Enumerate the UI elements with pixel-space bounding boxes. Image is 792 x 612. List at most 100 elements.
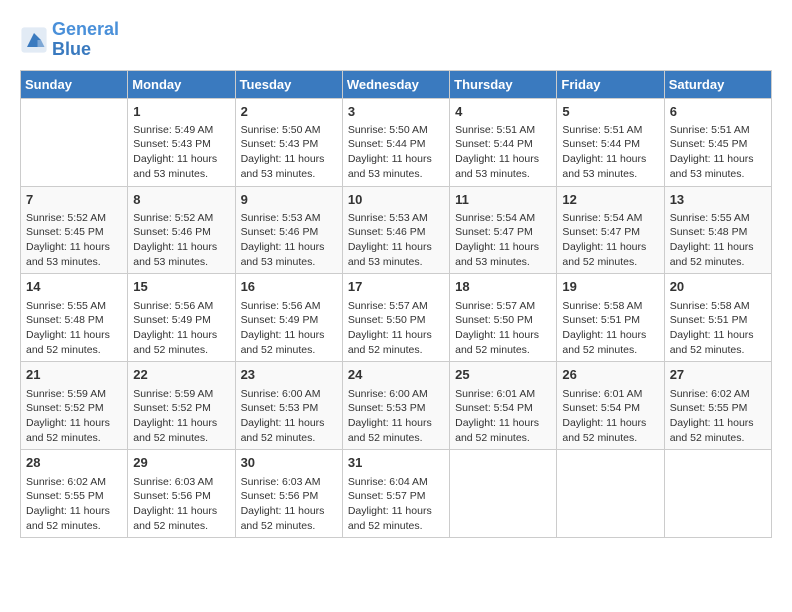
day-number: 15 <box>133 278 229 296</box>
calendar-cell: 21 Sunrise: 5:59 AM Sunset: 5:52 PM Dayli… <box>21 362 128 450</box>
day-number: 10 <box>348 191 444 209</box>
day-info: Sunrise: 5:54 AM Sunset: 5:47 PM Dayligh… <box>562 211 658 270</box>
day-info: Sunrise: 6:02 AM Sunset: 5:55 PM Dayligh… <box>26 475 122 534</box>
calendar-cell: 15 Sunrise: 5:56 AM Sunset: 5:49 PM Dayli… <box>128 274 235 362</box>
logo: General Blue <box>20 20 119 60</box>
calendar-cell <box>664 450 771 538</box>
calendar-week-row: 21 Sunrise: 5:59 AM Sunset: 5:52 PM Dayli… <box>21 362 772 450</box>
day-info: Sunrise: 5:59 AM Sunset: 5:52 PM Dayligh… <box>133 387 229 446</box>
day-number: 11 <box>455 191 551 209</box>
calendar-cell: 10Sunrise: 5:53 AM Sunset: 5:46 PM Dayli… <box>342 186 449 274</box>
calendar-week-row: 1 Sunrise: 5:49 AM Sunset: 5:43 PM Daylig… <box>21 98 772 186</box>
logo-icon <box>20 26 48 54</box>
calendar-cell: 5Sunrise: 5:51 AM Sunset: 5:44 PM Daylig… <box>557 98 664 186</box>
calendar-cell <box>557 450 664 538</box>
day-info: Sunrise: 5:56 AM Sunset: 5:49 PM Dayligh… <box>241 299 337 358</box>
logo-text: General Blue <box>52 20 119 60</box>
day-info: Sunrise: 5:49 AM Sunset: 5:43 PM Dayligh… <box>133 123 229 182</box>
calendar-cell: 4 Sunrise: 5:51 AM Sunset: 5:44 PM Daylig… <box>450 98 557 186</box>
day-info: Sunrise: 5:52 AM Sunset: 5:45 PM Dayligh… <box>26 211 122 270</box>
calendar-cell: 14 Sunrise: 5:55 AM Sunset: 5:48 PM Dayli… <box>21 274 128 362</box>
header-day: Saturday <box>664 70 771 98</box>
day-number: 23 <box>241 366 337 384</box>
day-number: 8 <box>133 191 229 209</box>
day-info: Sunrise: 5:58 AM Sunset: 5:51 PM Dayligh… <box>670 299 766 358</box>
header-day: Monday <box>128 70 235 98</box>
day-number: 27 <box>670 366 766 384</box>
day-info: Sunrise: 6:03 AM Sunset: 5:56 PM Dayligh… <box>241 475 337 534</box>
day-number: 31 <box>348 454 444 472</box>
day-info: Sunrise: 6:01 AM Sunset: 5:54 PM Dayligh… <box>562 387 658 446</box>
calendar-cell: 1 Sunrise: 5:49 AM Sunset: 5:43 PM Daylig… <box>128 98 235 186</box>
calendar-cell: 3 Sunrise: 5:50 AM Sunset: 5:44 PM Daylig… <box>342 98 449 186</box>
day-info: Sunrise: 5:59 AM Sunset: 5:52 PM Dayligh… <box>26 387 122 446</box>
day-info: Sunrise: 6:00 AM Sunset: 5:53 PM Dayligh… <box>241 387 337 446</box>
day-info: Sunrise: 5:50 AM Sunset: 5:44 PM Dayligh… <box>348 123 444 182</box>
day-number: 12 <box>562 191 658 209</box>
calendar-week-row: 14 Sunrise: 5:55 AM Sunset: 5:48 PM Dayli… <box>21 274 772 362</box>
calendar-cell <box>21 98 128 186</box>
header-day: Sunday <box>21 70 128 98</box>
day-info: Sunrise: 5:57 AM Sunset: 5:50 PM Dayligh… <box>455 299 551 358</box>
calendar-cell: 8Sunrise: 5:52 AM Sunset: 5:46 PM Daylig… <box>128 186 235 274</box>
day-number: 21 <box>26 366 122 384</box>
day-info: Sunrise: 5:55 AM Sunset: 5:48 PM Dayligh… <box>670 211 766 270</box>
header-day: Thursday <box>450 70 557 98</box>
calendar-cell: 7 Sunrise: 5:52 AM Sunset: 5:45 PM Daylig… <box>21 186 128 274</box>
day-info: Sunrise: 5:50 AM Sunset: 5:43 PM Dayligh… <box>241 123 337 182</box>
day-number: 29 <box>133 454 229 472</box>
day-number: 19 <box>562 278 658 296</box>
calendar-table: SundayMondayTuesdayWednesdayThursdayFrid… <box>20 70 772 539</box>
day-info: Sunrise: 6:01 AM Sunset: 5:54 PM Dayligh… <box>455 387 551 446</box>
day-number: 2 <box>241 103 337 121</box>
calendar-week-row: 28 Sunrise: 6:02 AM Sunset: 5:55 PM Dayli… <box>21 450 772 538</box>
calendar-cell: 16 Sunrise: 5:56 AM Sunset: 5:49 PM Dayli… <box>235 274 342 362</box>
page-header: General Blue <box>20 20 772 60</box>
day-number: 25 <box>455 366 551 384</box>
day-info: Sunrise: 5:51 AM Sunset: 5:44 PM Dayligh… <box>562 123 658 182</box>
day-number: 4 <box>455 103 551 121</box>
header-day: Wednesday <box>342 70 449 98</box>
day-info: Sunrise: 6:03 AM Sunset: 5:56 PM Dayligh… <box>133 475 229 534</box>
day-number: 28 <box>26 454 122 472</box>
calendar-cell: 31 Sunrise: 6:04 AM Sunset: 5:57 PM Dayli… <box>342 450 449 538</box>
day-info: Sunrise: 5:55 AM Sunset: 5:48 PM Dayligh… <box>26 299 122 358</box>
day-info: Sunrise: 5:57 AM Sunset: 5:50 PM Dayligh… <box>348 299 444 358</box>
day-info: Sunrise: 5:53 AM Sunset: 5:46 PM Dayligh… <box>241 211 337 270</box>
day-number: 3 <box>348 103 444 121</box>
day-info: Sunrise: 5:54 AM Sunset: 5:47 PM Dayligh… <box>455 211 551 270</box>
day-number: 18 <box>455 278 551 296</box>
day-number: 26 <box>562 366 658 384</box>
calendar-cell: 26 Sunrise: 6:01 AM Sunset: 5:54 PM Dayli… <box>557 362 664 450</box>
day-info: Sunrise: 6:04 AM Sunset: 5:57 PM Dayligh… <box>348 475 444 534</box>
day-number: 14 <box>26 278 122 296</box>
calendar-cell: 22 Sunrise: 5:59 AM Sunset: 5:52 PM Dayli… <box>128 362 235 450</box>
day-number: 17 <box>348 278 444 296</box>
day-info: Sunrise: 6:00 AM Sunset: 5:53 PM Dayligh… <box>348 387 444 446</box>
day-info: Sunrise: 5:51 AM Sunset: 5:44 PM Dayligh… <box>455 123 551 182</box>
calendar-cell: 17 Sunrise: 5:57 AM Sunset: 5:50 PM Dayli… <box>342 274 449 362</box>
day-info: Sunrise: 5:56 AM Sunset: 5:49 PM Dayligh… <box>133 299 229 358</box>
day-number: 16 <box>241 278 337 296</box>
calendar-cell: 28 Sunrise: 6:02 AM Sunset: 5:55 PM Dayli… <box>21 450 128 538</box>
day-number: 1 <box>133 103 229 121</box>
calendar-cell: 18 Sunrise: 5:57 AM Sunset: 5:50 PM Dayli… <box>450 274 557 362</box>
calendar-cell: 19Sunrise: 5:58 AM Sunset: 5:51 PM Dayli… <box>557 274 664 362</box>
day-number: 22 <box>133 366 229 384</box>
day-info: Sunrise: 6:02 AM Sunset: 5:55 PM Dayligh… <box>670 387 766 446</box>
calendar-cell: 30Sunrise: 6:03 AM Sunset: 5:56 PM Dayli… <box>235 450 342 538</box>
calendar-cell: 6Sunrise: 5:51 AM Sunset: 5:45 PM Daylig… <box>664 98 771 186</box>
header-day: Tuesday <box>235 70 342 98</box>
calendar-cell: 12 Sunrise: 5:54 AM Sunset: 5:47 PM Dayli… <box>557 186 664 274</box>
day-info: Sunrise: 5:51 AM Sunset: 5:45 PM Dayligh… <box>670 123 766 182</box>
day-number: 13 <box>670 191 766 209</box>
calendar-cell: 13 Sunrise: 5:55 AM Sunset: 5:48 PM Dayli… <box>664 186 771 274</box>
day-number: 7 <box>26 191 122 209</box>
calendar-cell: 27 Sunrise: 6:02 AM Sunset: 5:55 PM Dayli… <box>664 362 771 450</box>
calendar-cell: 24 Sunrise: 6:00 AM Sunset: 5:53 PM Dayli… <box>342 362 449 450</box>
calendar-week-row: 7 Sunrise: 5:52 AM Sunset: 5:45 PM Daylig… <box>21 186 772 274</box>
calendar-cell: 23 Sunrise: 6:00 AM Sunset: 5:53 PM Dayli… <box>235 362 342 450</box>
calendar-header: SundayMondayTuesdayWednesdayThursdayFrid… <box>21 70 772 98</box>
calendar-cell: 2 Sunrise: 5:50 AM Sunset: 5:43 PM Daylig… <box>235 98 342 186</box>
day-number: 24 <box>348 366 444 384</box>
